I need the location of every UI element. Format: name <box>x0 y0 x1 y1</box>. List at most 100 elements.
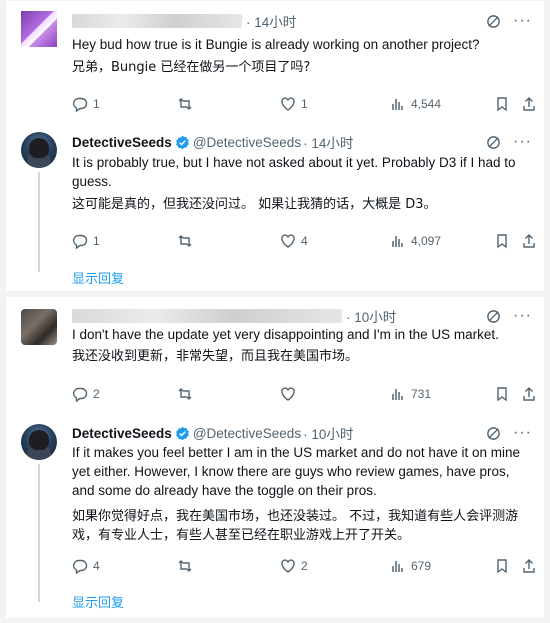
tweet-actions: 2 731 <box>72 386 538 404</box>
bookmark-button[interactable] <box>494 233 510 249</box>
tweet-time[interactable]: · 10小时 <box>346 306 396 326</box>
reply-icon <box>73 234 88 249</box>
reply-count: 1 <box>93 234 100 248</box>
like-button[interactable] <box>280 386 296 402</box>
share-icon <box>523 559 535 573</box>
redacted-username <box>72 309 342 323</box>
tweet[interactable]: DetectiveSeeds @DetectiveSeeds · 14小时 ··… <box>6 121 544 293</box>
view-count: 4,544 <box>411 97 442 111</box>
heart-icon <box>281 559 295 573</box>
verified-badge-icon <box>175 426 189 440</box>
tweet-actions: 1 1 4,544 <box>72 96 538 114</box>
redacted-username <box>72 14 242 28</box>
show-replies-link[interactable]: 显示回复 <box>72 268 124 287</box>
like-button[interactable]: 2 <box>280 558 308 574</box>
like-count: 1 <box>301 97 308 111</box>
tweet-time[interactable]: · 14小时 <box>246 11 296 31</box>
tweet-text-line: If it makes you feel better I am in the … <box>72 445 520 460</box>
retweet-icon <box>178 98 192 110</box>
reply-button[interactable]: 1 <box>72 233 100 249</box>
like-button[interactable]: 1 <box>280 96 308 112</box>
grok-icon[interactable] <box>486 309 501 324</box>
tweet-translation: 兄弟，Bungie 已经在做另一个项目了吗? <box>72 60 311 75</box>
share-button[interactable] <box>521 233 537 249</box>
share-button[interactable] <box>521 558 537 574</box>
view-count: 4,097 <box>411 234 442 248</box>
grok-icon[interactable] <box>486 135 501 150</box>
views-button[interactable]: 4,097 <box>390 233 441 249</box>
retweet-icon <box>178 235 192 247</box>
display-name[interactable]: DetectiveSeeds <box>72 135 172 150</box>
share-button[interactable] <box>521 386 537 402</box>
tweet-header: DetectiveSeeds @DetectiveSeeds · 10小时 <box>72 423 353 443</box>
views-icon <box>392 99 403 110</box>
more-icon[interactable]: ··· <box>513 308 532 324</box>
tweet-time[interactable]: · 10小时 <box>303 423 353 443</box>
retweet-button[interactable] <box>177 233 193 249</box>
like-count: 2 <box>301 559 308 573</box>
thread-line <box>38 464 40 602</box>
bookmark-icon <box>497 97 507 112</box>
heart-icon <box>281 97 295 111</box>
bookmark-button[interactable] <box>494 386 510 402</box>
reply-button[interactable]: 1 <box>72 96 100 112</box>
tweet-header-actions: ··· <box>486 424 532 442</box>
view-count: 679 <box>411 559 432 573</box>
more-icon[interactable]: ··· <box>513 13 532 29</box>
views-icon <box>392 389 403 400</box>
tweet-text: I don't have the update yet very disappo… <box>72 327 499 342</box>
display-name[interactable]: DetectiveSeeds <box>72 426 172 441</box>
views-icon <box>392 561 403 572</box>
share-icon <box>523 97 535 111</box>
tweet-text: Hey bud how true is it Bungie is already… <box>72 37 480 52</box>
view-count: 731 <box>411 387 432 401</box>
more-icon[interactable]: ··· <box>513 134 532 150</box>
handle[interactable]: @DetectiveSeeds <box>193 135 301 150</box>
bookmark-button[interactable] <box>494 96 510 112</box>
heart-icon <box>281 234 295 248</box>
show-replies-link[interactable]: 显示回复 <box>72 592 124 611</box>
retweet-button[interactable] <box>177 96 193 112</box>
tweet[interactable]: DetectiveSeeds @DetectiveSeeds · 10小时 ··… <box>6 413 544 619</box>
reply-icon <box>73 387 88 402</box>
avatar[interactable] <box>21 11 57 47</box>
views-button[interactable]: 4,544 <box>390 96 441 112</box>
tweet[interactable]: · 14小时 ··· Hey bud how true is it Bungie… <box>6 1 544 121</box>
avatar[interactable] <box>21 424 57 460</box>
avatar[interactable] <box>21 132 57 168</box>
views-button[interactable]: 679 <box>390 558 431 574</box>
bookmark-button[interactable] <box>494 558 510 574</box>
views-button[interactable]: 731 <box>390 386 431 402</box>
tweet[interactable]: · 10小时 ··· I don't have the update yet v… <box>6 297 544 413</box>
tweet-actions: 1 4 4,097 <box>72 233 538 251</box>
tweet-time[interactable]: · 14小时 <box>303 132 353 152</box>
reply-count: 4 <box>93 559 100 573</box>
thread-card-1: · 14小时 ··· Hey bud how true is it Bungie… <box>5 0 545 292</box>
tweet-translation: 我还没收到更新，非常失望，而且我在美国市场。 <box>72 349 359 364</box>
tweet-header: · 14小时 <box>72 12 296 30</box>
reply-count: 1 <box>93 97 100 111</box>
grok-icon[interactable] <box>486 14 501 29</box>
more-icon[interactable]: ··· <box>513 425 532 441</box>
like-button[interactable]: 4 <box>280 233 308 249</box>
tweet-translation: 如果你觉得好点，我在美国市场，也还没装过。 不过，我知道有些人会评测游 戏，有专… <box>72 507 532 545</box>
avatar[interactable] <box>21 309 57 345</box>
verified-badge-icon <box>175 135 189 149</box>
tweet-actions: 4 2 679 <box>72 558 538 576</box>
bookmark-icon <box>497 559 507 574</box>
tweet-translation-line: 戏，有专业人士，有些人甚至已经在职业游戏上开了开关。 <box>72 528 411 543</box>
retweet-button[interactable] <box>177 386 193 402</box>
tweet-text-line: and some do already have the toggle on t… <box>72 483 377 498</box>
tweet-header-actions: ··· <box>486 12 532 30</box>
share-button[interactable] <box>521 96 537 112</box>
handle[interactable]: @DetectiveSeeds <box>193 426 301 441</box>
retweet-button[interactable] <box>177 558 193 574</box>
tweet-header: · 10小时 <box>72 307 396 325</box>
reply-button[interactable]: 2 <box>72 386 100 402</box>
reply-button[interactable]: 4 <box>72 558 100 574</box>
retweet-icon <box>178 388 192 400</box>
tweet-header-actions: ··· <box>486 307 532 325</box>
share-icon <box>523 234 535 248</box>
grok-icon[interactable] <box>486 426 501 441</box>
tweet-translation-line: 如果你觉得好点，我在美国市场，也还没装过。 不过，我知道有些人会评测游 <box>72 509 519 524</box>
